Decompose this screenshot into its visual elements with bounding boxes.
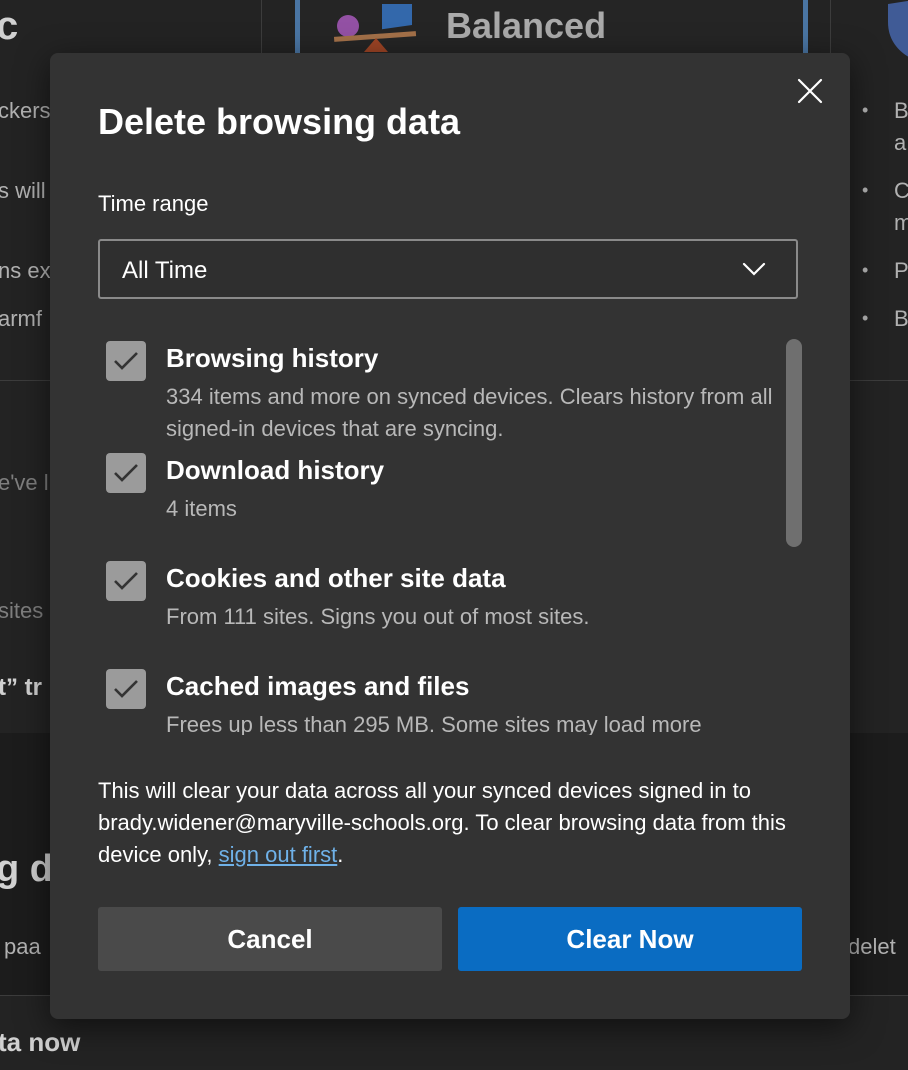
checkmark-icon [114,572,138,590]
list-scrollbar[interactable] [786,339,802,547]
sign-out-link[interactable]: sign out first [219,842,338,867]
item-label: Cached images and files [166,671,470,701]
delete-browsing-data-dialog: Delete browsing data Time range All Time… [50,53,850,1019]
item-description: 334 items and more on synced devices. Cl… [166,384,773,441]
sync-notice-suffix: . [337,842,344,867]
item-description: From 111 sites. Signs you out of most si… [166,604,590,629]
time-range-value: All Time [122,257,208,284]
sync-notice: This will clear your data across all you… [98,775,808,871]
chevron-down-icon [742,262,766,276]
close-button[interactable] [792,73,828,109]
item-label: Cookies and other site data [166,563,506,593]
data-type-list: Browsing history 334 items and more on s… [98,335,803,735]
dialog-title: Delete browsing data [98,101,461,142]
close-icon [797,78,823,104]
checkmark-icon [114,464,138,482]
item-description: 4 items [166,496,237,521]
download-history-checkbox[interactable] [106,453,146,493]
cancel-button[interactable]: Cancel [98,907,442,971]
cookies-checkbox[interactable] [106,561,146,601]
checkmark-icon [114,680,138,698]
item-label: Download history [166,455,385,485]
item-label: Browsing history [166,343,379,373]
item-description: Frees up less than 295 MB. Some sites ma… [166,712,702,735]
clear-now-button[interactable]: Clear Now [458,907,802,971]
checkmark-icon [114,352,138,370]
browsing-history-checkbox[interactable] [106,341,146,381]
cached-images-checkbox[interactable] [106,669,146,709]
time-range-label: Time range [98,191,209,216]
time-range-select[interactable]: All Time [98,239,798,299]
sync-notice-text: This will clear your data across all you… [98,778,786,867]
